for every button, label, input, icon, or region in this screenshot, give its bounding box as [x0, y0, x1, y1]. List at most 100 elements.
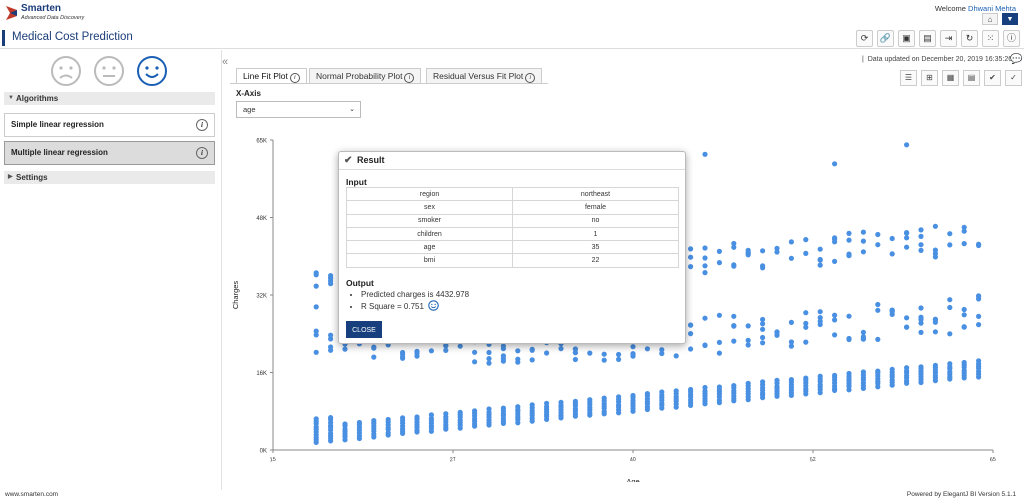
data-point: [529, 346, 535, 352]
share-icon: ↻: [965, 33, 974, 43]
x-tick-label: 15: [269, 457, 276, 464]
welcome-prefix: Welcome: [934, 4, 966, 13]
check-button[interactable]: ✓: [1005, 70, 1022, 86]
data-point: [947, 361, 953, 367]
input-key-cell: bmi: [346, 253, 513, 268]
data-point: [932, 362, 939, 368]
data-point: [544, 350, 550, 356]
data-point: [688, 322, 694, 328]
data-point: [313, 304, 319, 310]
refresh-button[interactable]: ⟳: [856, 30, 873, 47]
tab-label: Normal Probability Plot: [316, 71, 403, 81]
data-point: [803, 324, 809, 330]
data-point: [328, 415, 334, 421]
data-point: [688, 264, 694, 270]
data-point: [745, 380, 751, 386]
smarten-logo[interactable]: Smarten Advanced Data Discovery: [4, 3, 104, 25]
tab-normal-probability-plot[interactable]: Normal Probability Plot i: [309, 68, 422, 83]
data-point: [817, 262, 823, 268]
data-point: [760, 326, 766, 332]
table-row: region northeast: [346, 186, 679, 202]
tree-view-button[interactable]: ⊞: [921, 70, 938, 86]
data-point: [947, 297, 953, 303]
info-icon[interactable]: i: [196, 119, 208, 131]
data-point: [688, 246, 694, 252]
collapse-panel-button[interactable]: «: [222, 56, 228, 68]
save-as-button[interactable]: ▤: [919, 30, 936, 47]
settings-section-header[interactable]: ▶ Settings: [4, 171, 215, 184]
output-heading: Output: [346, 278, 374, 288]
table-view-button[interactable]: ▦: [942, 70, 959, 86]
data-point: [889, 366, 895, 372]
data-point: [457, 343, 463, 349]
data-point: [371, 354, 377, 360]
data-point: [745, 337, 751, 343]
info-icon[interactable]: i: [196, 147, 208, 159]
x-axis-select[interactable]: age ⌄: [236, 101, 361, 118]
save-icon: ▣: [902, 33, 911, 43]
export-button[interactable]: ⇥: [940, 30, 957, 47]
sad-face-icon[interactable]: [50, 55, 82, 87]
table-row: bmi 22: [346, 253, 679, 268]
neutral-face-icon[interactable]: [93, 55, 125, 87]
data-point: [630, 351, 636, 357]
tab-residual-versus-fit-plot[interactable]: Residual Versus Fit Plot i: [426, 68, 543, 83]
algorithm-item-simple-linear-regression[interactable]: Simple linear regression i: [4, 113, 215, 137]
algorithm-item-multiple-linear-regression[interactable]: Multiple linear regression i: [4, 141, 215, 165]
list-view-button[interactable]: ☰: [900, 70, 917, 86]
info-icon[interactable]: i: [525, 73, 536, 83]
data-point: [846, 251, 852, 257]
info-button[interactable]: ⓘ: [1003, 30, 1020, 47]
grid-button[interactable]: ⁙: [982, 30, 999, 47]
data-point: [817, 309, 823, 315]
tab-label: Line Fit Plot: [243, 71, 288, 81]
table-alt-view-button[interactable]: ▤: [963, 70, 980, 86]
link-button[interactable]: 🔗: [877, 30, 894, 47]
algorithms-section-header[interactable]: ▼ Algorithms: [4, 92, 215, 105]
data-point: [803, 237, 809, 243]
data-point: [529, 357, 535, 363]
data-point: [745, 342, 751, 348]
input-value-cell: 22: [512, 253, 679, 268]
data-point: [889, 235, 895, 242]
info-icon[interactable]: i: [404, 73, 415, 83]
tab-line-fit-plot[interactable]: Line Fit Plot i: [236, 68, 307, 84]
data-point: [904, 324, 910, 330]
data-point: [788, 239, 795, 245]
comment-icon: 💬: [1010, 54, 1023, 65]
happy-face-icon[interactable]: [136, 55, 168, 87]
data-point: [817, 246, 823, 252]
data-point: [918, 227, 924, 233]
table-row: smoker no: [346, 213, 679, 228]
data-point: [846, 336, 852, 343]
data-point: [875, 231, 881, 238]
data-point: [803, 375, 809, 381]
comment-button[interactable]: 💬: [1010, 54, 1022, 65]
data-point: [875, 307, 881, 313]
data-point: [904, 365, 910, 371]
user-name-link[interactable]: Dhwani Mehta: [968, 4, 1016, 13]
save-button[interactable]: ▣: [898, 30, 915, 47]
data-point: [688, 346, 694, 352]
data-point: [688, 386, 694, 393]
logo-tagline: Advanced Data Discovery: [21, 15, 85, 21]
data-point: [961, 306, 967, 313]
data-point: [731, 244, 737, 250]
home-button[interactable]: ⌂: [982, 13, 998, 25]
data-point: [457, 409, 463, 415]
close-button[interactable]: CLOSE: [346, 321, 382, 338]
footer-website-link[interactable]: www.smarten.com: [5, 491, 58, 498]
data-point: [788, 319, 795, 325]
y-tick-label: 16K: [256, 371, 267, 377]
share-button[interactable]: ↻: [961, 30, 978, 47]
data-point: [500, 405, 506, 411]
data-point: [760, 334, 766, 341]
data-point: [904, 315, 910, 321]
data-point: [486, 360, 492, 366]
data-point: [716, 339, 722, 345]
data-point: [774, 245, 780, 251]
double-check-button[interactable]: ✔: [984, 70, 1001, 86]
user-menu-button[interactable]: ▼: [1002, 13, 1018, 25]
data-point: [803, 250, 809, 256]
info-icon[interactable]: i: [289, 73, 300, 83]
